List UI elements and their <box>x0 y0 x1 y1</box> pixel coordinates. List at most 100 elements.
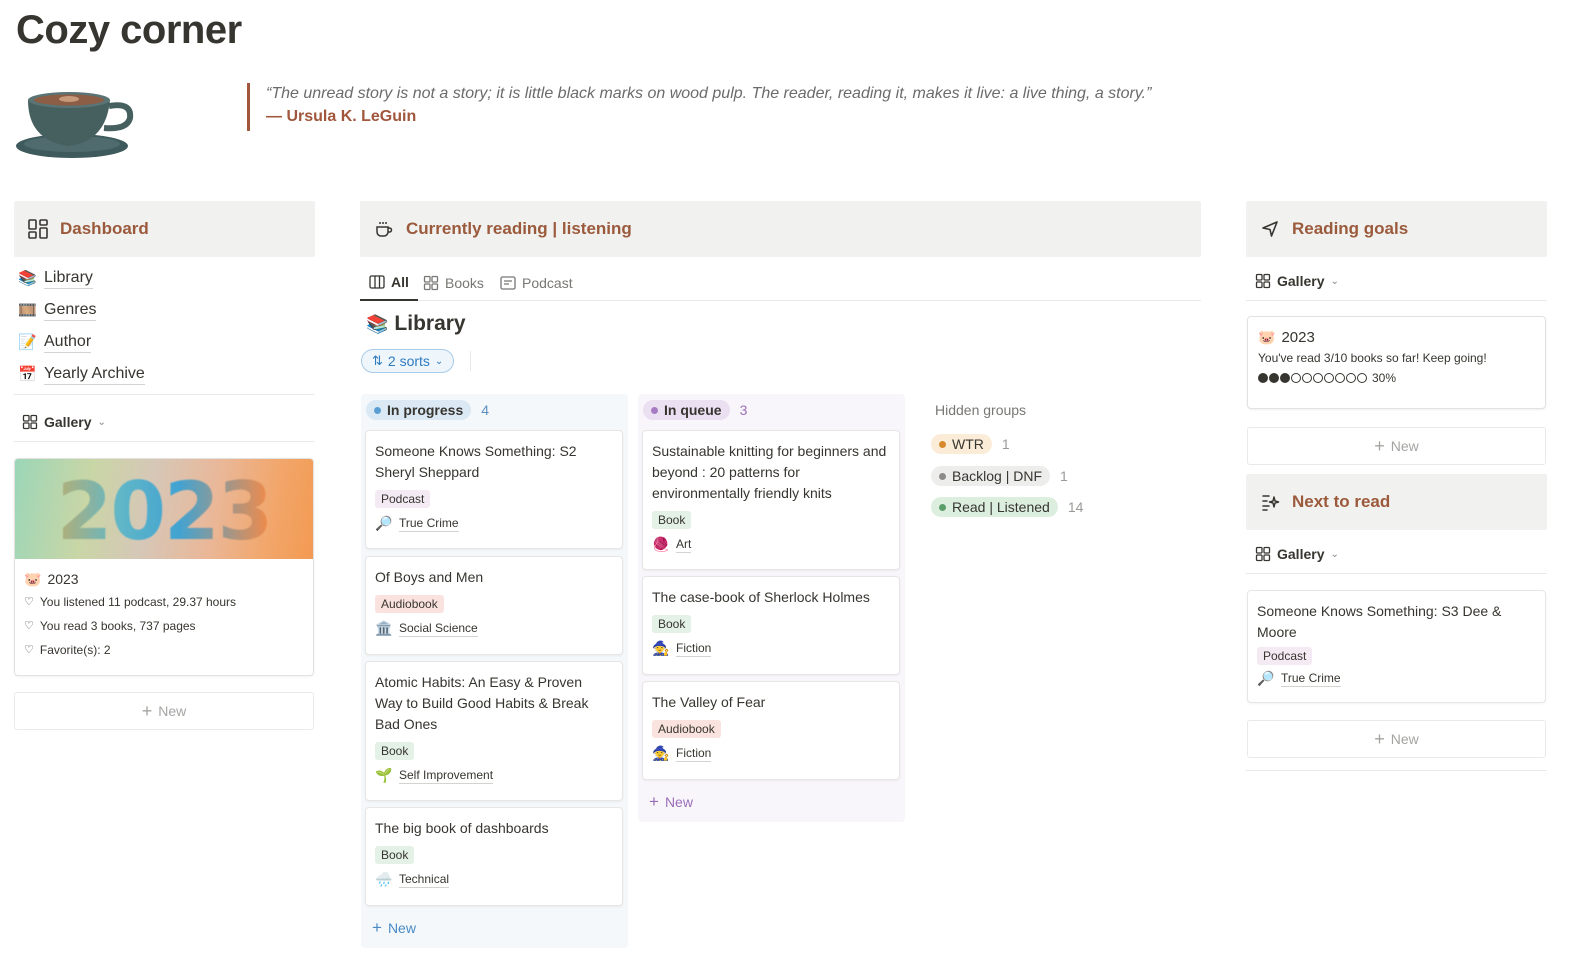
chevron-down-icon: ⌄ <box>1330 275 1339 287</box>
genre-label[interactable]: Art <box>676 537 692 553</box>
yarn-icon: 🧶 <box>652 536 670 552</box>
group-name: Read | Listened <box>952 499 1050 515</box>
hidden-group-wtr[interactable]: WTR 1 <box>931 434 1010 454</box>
divider <box>14 441 314 442</box>
book-card[interactable]: The Valley of Fear Audiobook 🧙 Fiction <box>642 681 900 780</box>
format-tag: Podcast <box>1257 647 1313 665</box>
format-tag: Audiobook <box>652 720 721 738</box>
next-view-selector[interactable]: Gallery ⌄ <box>1255 546 1339 562</box>
nav-item-library[interactable]: 📚 Library <box>14 262 314 294</box>
card-title-row: 🐷 2023 <box>24 569 304 590</box>
tab-books[interactable]: Books <box>423 264 484 301</box>
goals-view-selector[interactable]: Gallery ⌄ <box>1255 273 1339 289</box>
dashboard-view-selector[interactable]: Gallery ⌄ <box>22 414 106 430</box>
calendar-icon: 📅 <box>18 366 37 383</box>
book-card[interactable]: Someone Knows Something: S2 Sheryl Shepp… <box>365 430 623 549</box>
goals-header: Reading goals <box>1246 201 1547 257</box>
genre-row: 🔎 True Crime <box>375 515 613 532</box>
memo-icon: 📝 <box>18 334 37 351</box>
group-pill: WTR <box>931 434 992 454</box>
goals-new-button[interactable]: + New <box>1247 427 1546 465</box>
quote-author: — Ursula K. LeGuin <box>266 108 417 125</box>
book-card[interactable]: Sustainable knitting for beginners and b… <box>642 430 900 570</box>
format-tag: Book <box>652 511 692 529</box>
books-icon: 📚 <box>366 313 389 334</box>
progress-dot-empty <box>1335 373 1345 383</box>
stat-line: ♡ You read 3 books, 737 pages <box>24 614 304 638</box>
status-dot <box>939 472 946 480</box>
tab-all[interactable]: All <box>360 264 418 301</box>
nav-item-genres[interactable]: 🎞️ Genres <box>14 294 314 326</box>
witch-hat-icon: 🧙 <box>652 640 670 656</box>
dashboard-new-button[interactable]: + New <box>14 692 314 730</box>
genre-label[interactable]: Technical <box>399 872 450 888</box>
next-title: Next to read <box>1292 492 1391 511</box>
divider <box>1246 573 1547 574</box>
nav-item-author[interactable]: 📝 Author <box>14 326 314 358</box>
book-title: The big book of dashboards <box>375 820 549 836</box>
cloud-rain-icon: 🌧️ <box>375 871 393 887</box>
plus-icon: + <box>141 700 153 721</box>
progress-dot-filled <box>1269 373 1279 383</box>
tab-label: All <box>391 273 409 290</box>
book-title: The Valley of Fear <box>652 694 766 710</box>
next-book-card[interactable]: Someone Knows Something: S3 Dee & Moore … <box>1247 590 1546 703</box>
format-tag: Book <box>375 846 415 864</box>
view-label: Gallery <box>1277 546 1325 562</box>
book-card[interactable]: Atomic Habits: An Easy & Proven Way to B… <box>365 661 623 801</box>
tab-podcast[interactable]: Podcast <box>500 264 573 301</box>
new-label: New <box>158 703 187 719</box>
divider <box>1246 300 1547 301</box>
pig-icon: 🐷 <box>1258 329 1276 345</box>
genre-label[interactable]: True Crime <box>399 516 459 532</box>
year-2023-card[interactable]: 2023 🐷 2023 ♡ You listened 11 podcast, 29… <box>14 458 314 676</box>
book-title: Sustainable knitting for beginners and b… <box>652 443 887 501</box>
progress-dot-filled <box>1280 373 1290 383</box>
book-card[interactable]: Of Boys and Men Audiobook 🏛️ Social Scien… <box>365 556 623 655</box>
genre-label[interactable]: True Crime <box>1281 671 1341 687</box>
sort-label: 2 sorts <box>387 353 430 369</box>
group-count: 4 <box>481 402 490 418</box>
seedling-icon: 🌱 <box>375 767 393 783</box>
card-title-row: 🐷 2023 <box>1258 327 1535 348</box>
next-new-button[interactable]: + New <box>1247 720 1546 758</box>
group-name: In progress <box>387 402 464 418</box>
view-label: Gallery <box>44 414 92 430</box>
chevron-down-icon: ⌄ <box>1330 548 1339 560</box>
genre-label[interactable]: Social Science <box>399 621 478 637</box>
group-name: WTR <box>952 436 984 452</box>
genre-label[interactable]: Self Improvement <box>399 768 494 784</box>
plus-icon: + <box>372 918 382 937</box>
format-tag: Book <box>652 615 692 633</box>
goal-card[interactable]: 🐷 2023 You've read 3/10 books so far! Ke… <box>1247 316 1546 409</box>
view-label: Gallery <box>1277 273 1325 289</box>
dashboard-title: Dashboard <box>60 219 149 238</box>
library-title[interactable]: 📚 Library <box>366 312 466 336</box>
next-header: Next to read <box>1246 474 1547 530</box>
page-title: Cozy corner <box>16 8 242 52</box>
divider <box>14 394 314 395</box>
book-card[interactable]: The case-book of Sherlock Holmes Book 🧙 F… <box>642 576 900 675</box>
sort-button[interactable]: ⇅ 2 sorts ⌄ <box>361 349 455 373</box>
cover-year-text: 2023 <box>15 465 313 558</box>
tab-label: Books <box>445 274 484 291</box>
nav-item-yearly-archive[interactable]: 📅 Yearly Archive <box>14 358 314 390</box>
hidden-group-read[interactable]: Read | Listened 14 <box>931 497 1083 517</box>
group-count: 1 <box>1001 436 1010 452</box>
progress-dots <box>1258 373 1368 383</box>
hidden-group-backlog[interactable]: Backlog | DNF 1 <box>931 466 1068 486</box>
in-progress-new-button[interactable]: + New <box>372 918 416 938</box>
in-queue-new-button[interactable]: + New <box>649 792 693 812</box>
coffee-icon <box>372 217 396 241</box>
chevron-down-icon: ⌄ <box>434 355 444 367</box>
gallery-icon <box>22 414 38 430</box>
nav-item-label: Author <box>44 332 92 353</box>
genre-row: 🌧️ Technical <box>375 871 613 888</box>
book-card[interactable]: The big book of dashboards Book 🌧️ Techni… <box>365 807 623 906</box>
toolbar-separator <box>470 351 471 371</box>
hidden-groups-label: Hidden groups <box>935 402 1027 418</box>
genre-label[interactable]: Fiction <box>676 641 712 657</box>
sparkle-list-icon <box>1258 490 1282 514</box>
progress-dot-empty <box>1313 373 1323 383</box>
genre-label[interactable]: Fiction <box>676 746 712 762</box>
